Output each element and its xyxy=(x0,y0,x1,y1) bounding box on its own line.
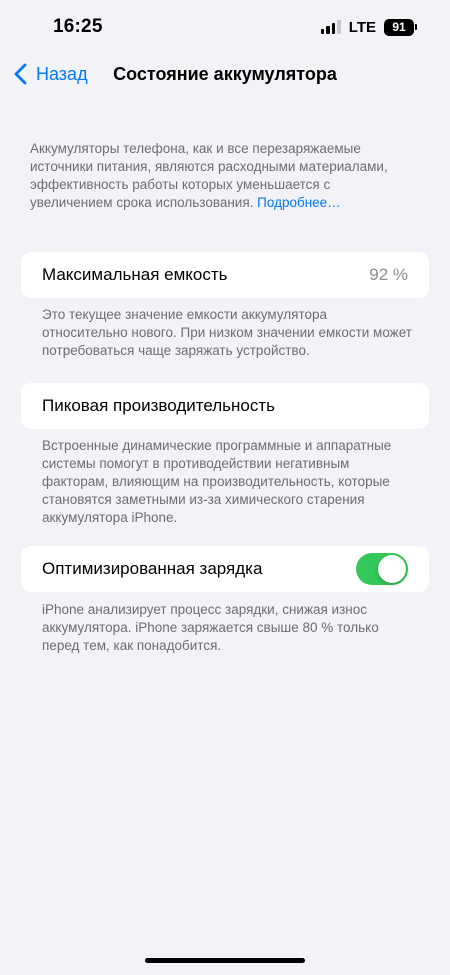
max-capacity-value: 92 % xyxy=(369,265,408,284)
battery-level: 91 xyxy=(384,18,414,36)
battery-icon: 91 xyxy=(384,18,417,36)
max-capacity-row: Максимальная емкость 92 % xyxy=(21,252,429,298)
status-time: 16:25 xyxy=(53,16,103,37)
max-capacity-label: Максимальная емкость xyxy=(42,265,228,284)
intro-description: Аккумуляторы телефона, как и все перезар… xyxy=(30,140,410,212)
page-title: Состояние аккумулятора xyxy=(113,64,337,84)
home-indicator[interactable] xyxy=(145,958,305,963)
navigation-bar: Назад Состояние аккумулятора xyxy=(0,56,450,96)
status-indicators: LTE 91 xyxy=(320,17,417,37)
toggle-knob xyxy=(378,555,406,583)
network-label: LTE xyxy=(348,18,376,36)
learn-more-link[interactable]: Подробнее… xyxy=(257,195,341,210)
max-capacity-footnote: Это текущее значение емкости аккумулятор… xyxy=(42,307,412,358)
status-bar: 16:25 LTE 91 xyxy=(0,0,450,56)
signal-icon xyxy=(320,20,341,34)
peak-performance-row[interactable]: Пиковая производительность xyxy=(21,383,429,429)
optimized-charging-label: Оптимизированная зарядка xyxy=(42,559,263,578)
peak-performance-label: Пиковая производительность xyxy=(42,396,276,415)
optimized-charging-row: Оптимизированная зарядка xyxy=(21,546,429,592)
optimized-charging-toggle[interactable] xyxy=(356,553,408,585)
peak-performance-footnote: Встроенные динамические программные и ап… xyxy=(42,438,392,525)
optimized-charging-footnote: iPhone анализирует процесс зарядки, сниж… xyxy=(42,602,379,653)
